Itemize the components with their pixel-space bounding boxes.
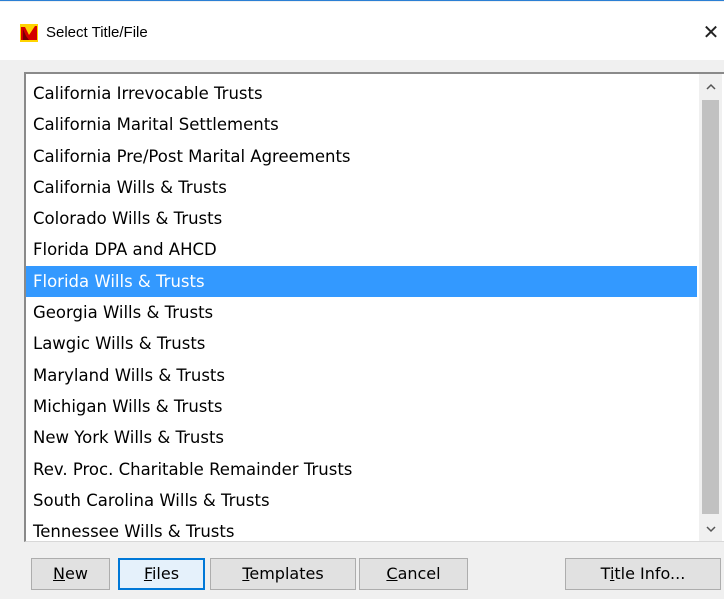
app-logo-icon [20,24,38,42]
list-item[interactable]: Florida DPA and AHCD [26,234,697,265]
list-item[interactable]: California Irrevocable Trusts [26,78,697,109]
list-item[interactable]: California Marital Settlements [26,109,697,140]
scroll-up-arrow-icon[interactable] [699,76,722,98]
list-item[interactable]: Rev. Proc. Charitable Remainder Trusts [26,454,697,485]
title-file-listbox[interactable]: California Irrevocable Trusts California … [24,72,724,542]
scroll-thumb[interactable] [702,100,719,514]
cancel-button[interactable]: Cancel [359,558,468,590]
list-item[interactable]: California Pre/Post Marital Agreements [26,141,697,172]
files-button[interactable]: Files [118,558,205,590]
title-info-button-prefix: T [600,564,610,583]
close-icon[interactable]: ✕ [700,20,722,44]
vertical-scrollbar[interactable] [699,74,722,541]
title-bar[interactable]: Select Title/File ✕ [0,2,724,60]
scroll-down-arrow-icon[interactable] [699,518,722,540]
new-button[interactable]: New [31,558,110,590]
templates-button-label: emplates [249,564,324,583]
title-info-button[interactable]: Title Info... [565,558,721,590]
list-item[interactable]: Georgia Wills & Trusts [26,297,697,328]
files-button-accel: F [143,564,152,583]
list-item[interactable]: Florida Wills & Trusts [26,265,697,298]
list-item[interactable]: Maryland Wills & Trusts [26,360,697,391]
files-button-label: iles [151,564,180,583]
list-item[interactable]: South Carolina Wills & Trusts [26,485,697,516]
list-item[interactable]: Michigan Wills & Trusts [26,391,697,422]
title-list: California Irrevocable Trusts California … [26,78,697,541]
title-info-button-label: tle Info... [614,564,686,583]
new-button-accel: N [53,564,66,583]
list-item[interactable]: New York Wills & Trusts [26,422,697,453]
dialog-title: Select Title/File [46,24,148,41]
list-item[interactable]: California Wills & Trusts [26,172,697,203]
select-title-file-dialog: Select Title/File ✕ California Irrevocab… [0,0,724,599]
templates-button[interactable]: Templates [210,558,356,590]
new-button-label: ew [65,564,88,583]
list-item[interactable]: Colorado Wills & Trusts [26,203,697,234]
list-item[interactable]: Tennessee Wills & Trusts [26,516,697,541]
cancel-button-label: ancel [397,564,441,583]
list-item[interactable]: Lawgic Wills & Trusts [26,328,697,359]
cancel-button-accel: C [386,564,398,583]
